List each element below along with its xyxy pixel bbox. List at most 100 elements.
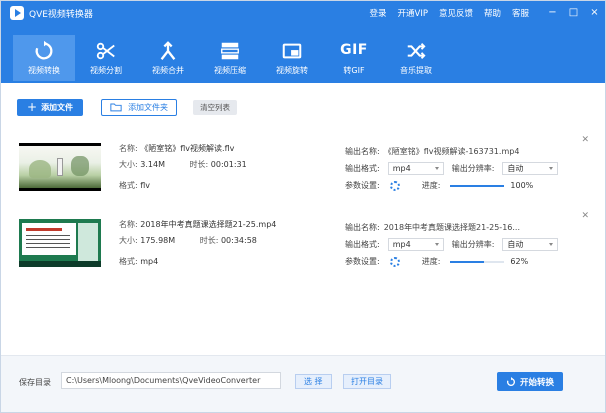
start-convert-label: 开始转换 xyxy=(519,377,554,388)
file-row: 名称: 2018年中考真题课选择题21-25.mp4 大小: 175.98M 时… xyxy=(13,205,599,281)
remove-file-icon[interactable]: ✕ xyxy=(581,211,589,221)
scissors-icon xyxy=(96,42,115,60)
open-dir-button[interactable]: 打开目录 xyxy=(343,374,391,389)
gear-icon[interactable] xyxy=(389,256,400,267)
video-thumbnail xyxy=(19,219,101,267)
tab-label: 视频转换 xyxy=(28,66,60,75)
output-format-value: mp4 xyxy=(392,240,411,249)
progress-percent: 100% xyxy=(510,181,534,190)
tab-label: 音乐提取 xyxy=(400,66,432,75)
output-format-select[interactable]: mp4 xyxy=(387,238,444,251)
size-label: 大小: xyxy=(119,160,138,169)
rotate-icon xyxy=(282,43,302,59)
maximize-icon[interactable]: □ xyxy=(565,4,582,21)
clear-list-button[interactable]: 清空列表 xyxy=(193,99,238,115)
add-file-button[interactable]: + 添加文件 xyxy=(17,98,84,116)
output-settings: 输出名称: 2018年中考真题课选择题21-25-16... 输出格式: mp4… xyxy=(345,219,577,270)
tab-audio-extract[interactable]: 音乐提取 xyxy=(385,35,447,81)
output-format-select[interactable]: mp4 xyxy=(387,162,444,175)
params-label: 参数设置: xyxy=(345,257,380,266)
plus-icon: + xyxy=(27,100,38,114)
merge-icon xyxy=(160,41,176,60)
login-link[interactable]: 登录 xyxy=(369,7,386,19)
progress-label: 进度: xyxy=(421,257,441,266)
header: QVE视频转换器 登录 开通VIP 意见反馈 帮助 客服 − □ × 视频转换 … xyxy=(1,1,605,83)
folder-icon xyxy=(110,103,122,112)
service-link[interactable]: 客服 xyxy=(512,7,529,19)
file-size: 175.98M xyxy=(140,236,176,245)
gif-icon: GIF xyxy=(340,42,368,58)
close-window-icon[interactable]: × xyxy=(586,4,603,21)
footer: 保存目录 C:\Users\Mloong\Documents\QveVideoC… xyxy=(1,355,605,412)
choose-dir-button[interactable]: 选 择 xyxy=(295,374,332,389)
minimize-icon[interactable]: − xyxy=(544,4,561,21)
tab-label: 视频旋转 xyxy=(276,66,308,75)
format-label: 格式: xyxy=(119,257,138,266)
tab-video-split[interactable]: 视频分割 xyxy=(75,35,137,81)
file-format: mp4 xyxy=(140,257,159,266)
output-settings: 输出名称: 《陋室铭》flv视频解读-163731.mp4 输出格式: mp4 … xyxy=(345,143,577,194)
file-row: 名称: 《陋室铭》flv视频解读.flv 大小: 3.14M 时长: 00:01… xyxy=(13,129,599,205)
feedback-link[interactable]: 意见反馈 xyxy=(439,7,473,19)
duration-label: 时长: xyxy=(189,160,209,169)
progress-fill xyxy=(450,184,505,187)
tab-video-compress[interactable]: 视频压缩 xyxy=(199,35,261,81)
app-title: QVE视频转换器 xyxy=(29,10,93,20)
compress-icon xyxy=(221,42,239,60)
window-controls: − □ × xyxy=(544,4,603,21)
output-resolution-value: 自动 xyxy=(507,240,524,249)
chevron-down-icon xyxy=(434,243,439,246)
chevron-down-icon xyxy=(549,243,554,246)
add-file-label: 添加文件 xyxy=(41,102,74,112)
vip-link[interactable]: 开通VIP xyxy=(398,7,428,19)
refresh-icon xyxy=(507,376,515,386)
tab-label: 视频合并 xyxy=(152,66,184,75)
file-format: flv xyxy=(140,181,151,190)
out-format-label: 输出格式: xyxy=(345,164,380,173)
progress-bar xyxy=(450,260,505,263)
duration-label: 时长: xyxy=(199,236,219,245)
output-resolution-select[interactable]: 自动 xyxy=(502,162,559,175)
tab-label: 视频压缩 xyxy=(214,66,246,75)
remove-file-icon[interactable]: ✕ xyxy=(581,135,589,145)
video-thumbnail xyxy=(19,143,101,191)
top-links: 登录 开通VIP 意见反馈 帮助 客服 xyxy=(369,7,529,19)
file-name: 2018年中考真题课选择题21-25.mp4 xyxy=(140,220,277,229)
shuffle-icon xyxy=(407,43,426,59)
save-dir-label: 保存目录 xyxy=(19,378,51,387)
output-resolution-value: 自动 xyxy=(507,164,524,173)
progress-fill xyxy=(450,260,484,263)
file-duration: 00:34:58 xyxy=(220,236,257,245)
out-name-label: 输出名称: xyxy=(345,147,380,156)
out-name-label: 输出名称: xyxy=(345,223,380,232)
format-label: 格式: xyxy=(119,181,138,190)
add-folder-label: 添加文件夹 xyxy=(128,102,169,112)
tab-to-gif[interactable]: GIF 转GIF xyxy=(323,35,385,81)
progress-bar xyxy=(450,184,505,187)
app-window: QVE视频转换器 登录 开通VIP 意见反馈 帮助 客服 − □ × 视频转换 … xyxy=(0,0,606,413)
add-folder-button[interactable]: 添加文件夹 xyxy=(101,98,178,116)
chevron-down-icon xyxy=(549,167,554,170)
output-name: 2018年中考真题课选择题21-25-16... xyxy=(383,223,521,232)
output-name: 《陋室铭》flv视频解读-163731.mp4 xyxy=(383,147,520,156)
help-link[interactable]: 帮助 xyxy=(484,7,501,19)
app-logo-icon xyxy=(10,6,24,20)
name-label: 名称: xyxy=(119,220,138,229)
tab-video-merge[interactable]: 视频合并 xyxy=(137,35,199,81)
out-format-label: 输出格式: xyxy=(345,240,380,249)
tab-video-rotate[interactable]: 视频旋转 xyxy=(261,35,323,81)
file-name: 《陋室铭》flv视频解读.flv xyxy=(140,144,235,153)
output-format-value: mp4 xyxy=(392,164,411,173)
file-list: 名称: 《陋室铭》flv视频解读.flv 大小: 3.14M 时长: 00:01… xyxy=(13,129,599,281)
file-info: 名称: 《陋室铭》flv视频解读.flv 大小: 3.14M 时长: 00:01… xyxy=(119,143,334,196)
file-size: 3.14M xyxy=(140,160,165,169)
tab-video-convert[interactable]: 视频转换 xyxy=(13,35,75,81)
title-bar: QVE视频转换器 登录 开通VIP 意见反馈 帮助 客服 − □ × xyxy=(1,1,605,25)
refresh-icon xyxy=(35,40,53,60)
gear-icon[interactable] xyxy=(389,180,400,191)
start-convert-button[interactable]: 开始转换 xyxy=(497,372,563,391)
file-info: 名称: 2018年中考真题课选择题21-25.mp4 大小: 175.98M 时… xyxy=(119,219,334,272)
output-resolution-select[interactable]: 自动 xyxy=(502,238,559,251)
tab-label: 视频分割 xyxy=(90,66,122,75)
save-path-input[interactable]: C:\Users\Mloong\Documents\QveVideoConver… xyxy=(61,372,281,389)
